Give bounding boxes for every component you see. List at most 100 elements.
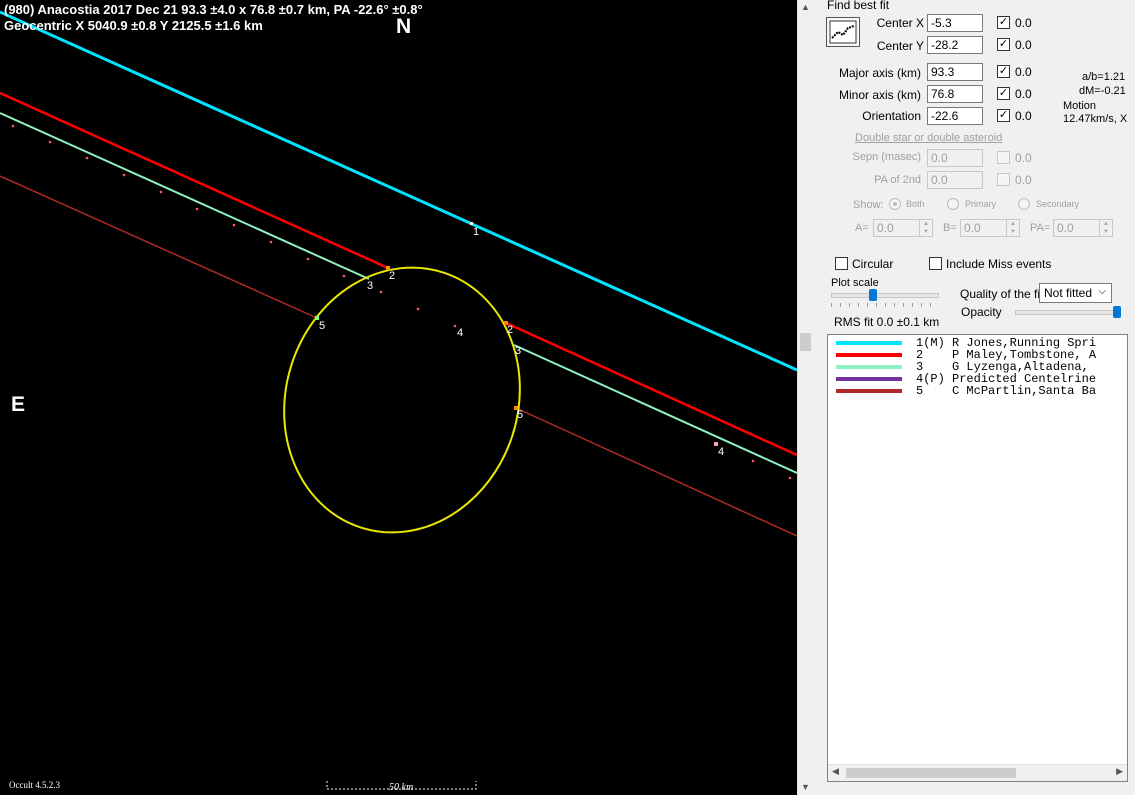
b-spinner[interactable]: 0.0 ▲ ▼ — [960, 219, 1020, 237]
legend-row[interactable]: 5 C McPartlin,Santa Ba — [828, 384, 1127, 398]
include-miss-checkbox[interactable] — [929, 257, 942, 270]
centreline-dot — [232, 223, 236, 227]
fit-control-panel: Find best fit Center X -5.3 ✓ 0.0 Center… — [815, 0, 1135, 795]
b-label: B= — [943, 222, 957, 234]
spinner-arrows-icon[interactable]: ▲ ▼ — [1006, 220, 1019, 236]
legend-swatch-3 — [836, 365, 902, 369]
plot-scale-ticks — [831, 303, 937, 307]
vertical-scrollbar[interactable]: ▲ ▼ — [797, 0, 815, 795]
orientation-delta: 0.0 — [1015, 109, 1032, 123]
include-miss-label: Include Miss events — [946, 257, 1052, 271]
chord-1-marker — [470, 222, 473, 225]
sepn-label: Sepn (masec) — [852, 151, 921, 163]
motion-label: Motion — [1063, 100, 1097, 112]
show-primary-radio[interactable] — [947, 198, 959, 210]
chord-line-2-before — [0, 91, 389, 270]
sepn-delta: 0.0 — [1015, 151, 1032, 165]
legend-swatch-2 — [836, 353, 902, 357]
chevron-down-icon: ⌵ — [1098, 286, 1106, 297]
pa2-delta: 0.0 — [1015, 173, 1032, 187]
major-axis-checkbox[interactable]: ✓ — [997, 65, 1010, 78]
legend-scrollbar-thumb[interactable] — [846, 768, 1016, 778]
occultation-plot: (980) Anacostia 2017 Dec 21 93.3 ±4.0 x … — [0, 0, 797, 795]
rms-fit-label: RMS fit 0.0 ±0.1 km — [834, 315, 940, 329]
orientation-label: Orientation — [862, 109, 921, 123]
quality-dropdown[interactable]: Not fitted ⌵ — [1039, 283, 1112, 303]
double-star-link[interactable]: Double star or double asteroid — [855, 132, 1002, 144]
scroll-left-icon[interactable]: ◀ — [832, 766, 839, 777]
show-secondary-radio[interactable] — [1018, 198, 1030, 210]
orientation-checkbox[interactable]: ✓ — [997, 109, 1010, 122]
centreline-dot — [85, 156, 89, 160]
chord-label-2-ingress: 2 — [389, 270, 396, 282]
center-x-checkbox[interactable]: ✓ — [997, 16, 1010, 29]
centreline-dot — [195, 207, 199, 211]
scrollbar-thumb[interactable] — [800, 333, 811, 351]
minor-axis-checkbox[interactable]: ✓ — [997, 87, 1010, 100]
scroll-up-icon[interactable]: ▲ — [801, 2, 810, 12]
orientation-input[interactable]: -22.6 — [927, 107, 983, 125]
center-x-delta: 0.0 — [1015, 16, 1032, 30]
legend-horizontal-scrollbar[interactable]: ◀ ▶ — [828, 764, 1127, 781]
pa2-label: PA of 2nd — [874, 174, 921, 186]
show-primary-label: Primary — [965, 199, 996, 209]
scroll-down-icon[interactable]: ▼ — [801, 782, 810, 792]
quality-value: Not fitted — [1044, 286, 1093, 300]
chord-label-4-far: 4 — [718, 446, 725, 458]
centreline-dot — [306, 257, 310, 261]
spinner-arrows-icon[interactable]: ▲ ▼ — [1099, 220, 1112, 236]
east-label: E — [11, 393, 26, 416]
centreline-dot — [453, 324, 457, 328]
scroll-right-icon[interactable]: ▶ — [1116, 766, 1123, 777]
centreline-dot — [269, 240, 273, 244]
center-y-checkbox[interactable]: ✓ — [997, 38, 1010, 51]
circular-label: Circular — [852, 257, 894, 271]
plot-scale-label: Plot scale — [831, 277, 879, 289]
plot-title-line2: Geocentric X 5040.9 ±0.8 Y 2125.5 ±1.6 k… — [4, 18, 263, 33]
asteroid-profile-ellipse — [283, 266, 521, 534]
sepn-input[interactable]: 0.0 — [927, 149, 983, 167]
dm-value: dM=-0.21 — [1079, 85, 1126, 97]
center-y-input[interactable]: -28.2 — [927, 36, 983, 54]
opacity-label: Opacity — [961, 305, 1002, 319]
centreline-dot — [122, 173, 126, 177]
a-value: 0.0 — [877, 221, 894, 235]
chord-label-4-centre: 4 — [457, 327, 464, 339]
pa2-input[interactable]: 0.0 — [927, 171, 983, 189]
north-label: N — [396, 15, 412, 38]
major-axis-input[interactable]: 93.3 — [927, 63, 983, 81]
opacity-slider[interactable] — [1015, 310, 1117, 315]
observer-legend-list[interactable]: 1(M) R Jones,Running Spri 2 P Maley,Tomb… — [827, 334, 1128, 782]
opacity-slider-thumb[interactable] — [1113, 306, 1121, 318]
b-value: 0.0 — [964, 221, 981, 235]
pa2-checkbox[interactable] — [997, 173, 1010, 186]
plot-scale-slider[interactable] — [831, 293, 939, 298]
show-label: Show: — [853, 199, 884, 211]
a-label: A= — [855, 222, 869, 234]
major-axis-delta: 0.0 — [1015, 65, 1032, 79]
centreline-dot — [48, 140, 52, 144]
chord-line-3-after — [513, 344, 797, 474]
a-spinner[interactable]: 0.0 ▲ ▼ — [873, 219, 933, 237]
chord-line-5-after — [515, 407, 797, 537]
sepn-checkbox[interactable] — [997, 151, 1010, 164]
show-both-radio[interactable] — [889, 198, 901, 210]
ab-ratio: a/b=1.21 — [1082, 71, 1126, 83]
centreline-dot — [342, 274, 346, 278]
plot-scale-slider-thumb[interactable] — [869, 289, 877, 301]
chord-line-3-before — [0, 112, 370, 280]
chord-line-1 — [0, 10, 797, 372]
quality-label: Quality of the fit — [960, 287, 1044, 301]
plot-title-line1: (980) Anacostia 2017 Dec 21 93.3 ±4.0 x … — [4, 2, 423, 17]
centreline-dot — [751, 459, 755, 463]
center-x-input[interactable]: -5.3 — [927, 14, 983, 32]
pa-label: PA= — [1030, 222, 1051, 234]
spinner-arrows-icon[interactable]: ▲ ▼ — [919, 220, 932, 236]
centreline-dot — [11, 124, 15, 128]
show-secondary-label: Secondary — [1036, 199, 1080, 209]
circular-checkbox[interactable] — [835, 257, 848, 270]
scale-label: 50 km — [389, 782, 414, 793]
minor-axis-input[interactable]: 76.8 — [927, 85, 983, 103]
pa-spinner[interactable]: 0.0 ▲ ▼ — [1053, 219, 1113, 237]
show-both-label: Both — [906, 199, 925, 209]
